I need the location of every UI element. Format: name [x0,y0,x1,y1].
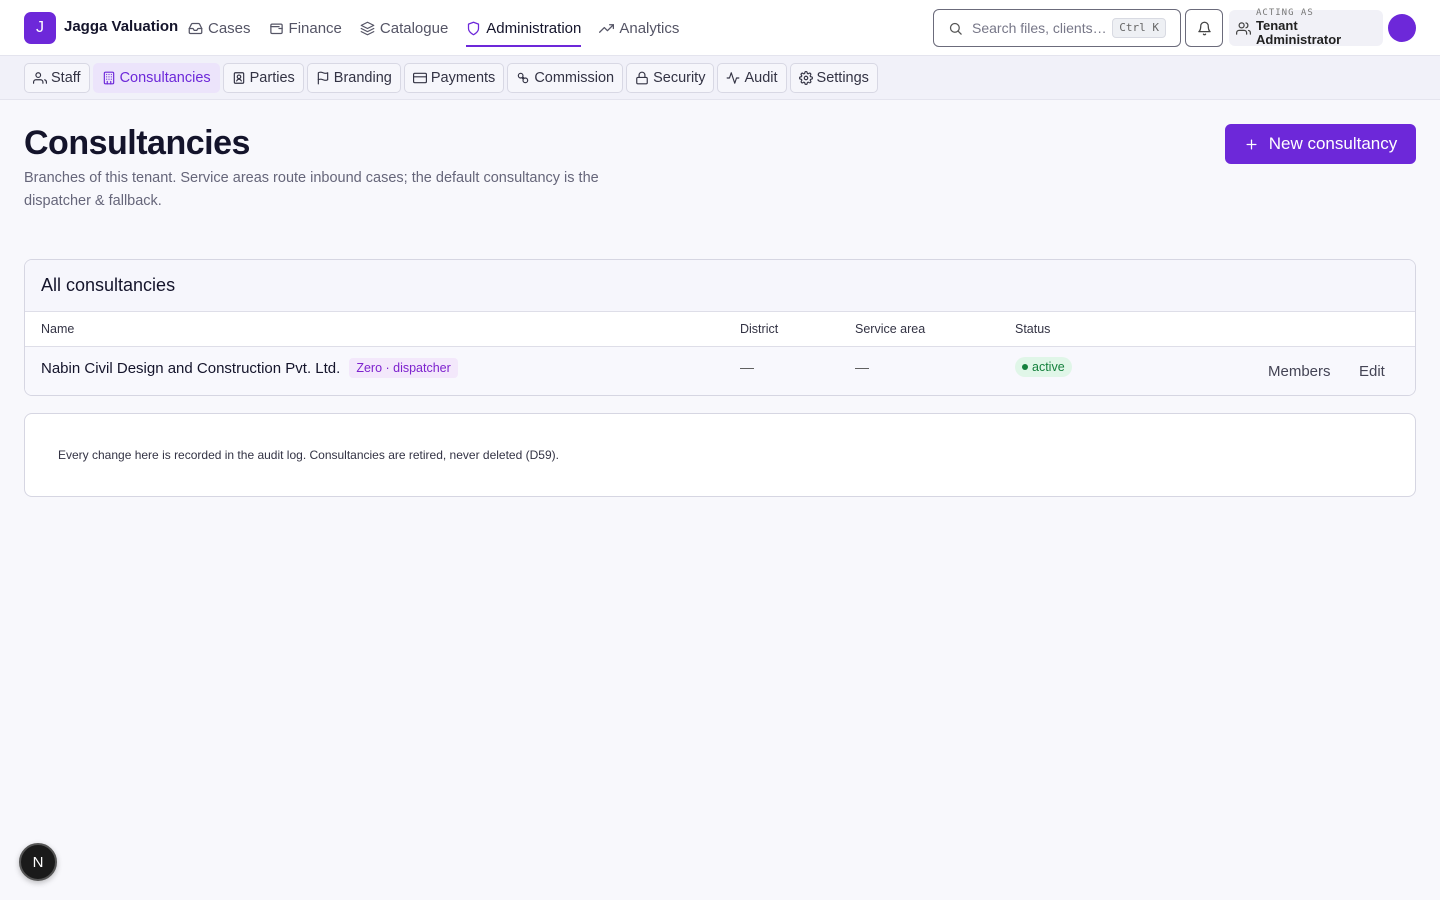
top-bar: J Jagga Valuation Cases Finance Catalogu… [0,0,1440,56]
nav-item-cases[interactable]: Cases [188,0,251,56]
dev-tools-button[interactable]: N [19,843,57,881]
tab-label: Audit [744,70,778,86]
activity-icon [726,71,740,85]
tab-label: Settings [816,70,869,86]
table-row: Nabin Civil Design and Construction Pvt.… [25,347,1415,395]
members-button[interactable]: Members [1268,363,1331,380]
layers-icon [360,21,375,36]
flag-icon [316,71,330,85]
consultancy-name: Nabin Civil Design and Construction Pvt.… [41,359,341,377]
shield-icon [466,21,481,36]
building-icon [102,71,116,85]
users-icon [1236,21,1251,36]
wallet-icon [269,21,284,36]
user-avatar[interactable] [1388,14,1416,42]
notifications-button[interactable] [1185,9,1223,47]
audit-note-card: Every change here is recorded in the aud… [24,413,1416,497]
table-header: Name District Service area Status [25,312,1415,347]
nav-label: Cases [208,19,251,37]
edit-button[interactable]: Edit [1359,363,1385,380]
tab-staff[interactable]: Staff [24,63,90,93]
nav-item-administration[interactable]: Administration [466,0,582,56]
nav-label: Catalogue [379,19,449,37]
credit-card-icon [412,71,427,85]
tab-audit[interactable]: Audit [717,63,787,93]
consultancy-name-cell: Nabin Civil Design and Construction Pvt.… [41,358,458,378]
dispatcher-badge: Zero · dispatcher [349,358,458,378]
percent-icon [516,71,530,85]
nav-label: Analytics [619,19,680,37]
tab-branding[interactable]: Branding [306,63,401,93]
page-description: Branches of this tenant. Service areas r… [24,170,599,209]
column-header-service-area: Service area [855,322,926,336]
table-title: All consultancies [25,260,1415,312]
consultancies-table-card: All consultancies Name District Service … [24,259,1416,396]
id-badge-icon [232,71,246,85]
nav-item-catalogue[interactable]: Catalogue [360,0,448,56]
tab-label: Payments [430,70,496,86]
bell-icon [1197,21,1212,36]
app-logo[interactable]: J [24,12,56,44]
search-input[interactable] [972,20,1112,36]
admin-subnav: Staff Consultancies Parties Branding Pay… [0,56,1440,100]
service-area-cell: — [855,359,869,375]
status-badge: active [1015,357,1072,377]
column-header-status: Status [1015,322,1051,336]
column-header-name: Name [41,322,75,336]
lock-icon [635,71,649,85]
search-shortcut-badge: Ctrl K [1112,18,1166,38]
status-label: active [1032,360,1065,374]
tab-commission[interactable]: Commission [507,63,624,93]
tab-label: Parties [249,70,295,86]
acting-as-text: ACTING AS Tenant Administrator [1256,8,1383,47]
audit-note: Every change here is recorded in the aud… [58,448,559,462]
gear-icon [798,71,813,85]
main-nav: Cases Finance Catalogue Administration A… [188,0,679,56]
tab-label: Commission [534,70,615,86]
acting-as-role: Tenant Administrator [1256,17,1342,47]
search-box[interactable]: Ctrl K [933,9,1181,47]
tab-settings[interactable]: Settings [789,63,878,93]
plus-icon [1244,137,1259,152]
tab-label: Security [653,70,706,86]
column-header-district: District [740,322,779,336]
trending-up-icon [599,21,615,36]
new-consultancy-label: New consultancy [1268,134,1398,153]
nav-item-analytics[interactable]: Analytics [599,0,679,56]
nav-label: Finance [288,19,342,37]
tab-label: Branding [333,70,392,86]
tab-parties[interactable]: Parties [222,63,304,93]
tab-security[interactable]: Security [626,63,715,93]
page-title: Consultancies [24,124,250,162]
tab-consultancies[interactable]: Consultancies [92,63,220,93]
acting-as-switcher[interactable]: ACTING AS Tenant Administrator [1229,8,1383,47]
tab-label: Staff [51,70,81,86]
status-dot-icon [1022,364,1028,370]
tab-label: Consultancies [119,70,211,86]
search-icon [948,21,963,36]
new-consultancy-button[interactable]: New consultancy [1225,124,1416,164]
app-name[interactable]: Jagga Valuation [64,18,178,35]
district-cell: — [740,359,754,375]
users-icon [33,71,47,85]
tab-payments[interactable]: Payments [403,63,505,93]
nav-label: Administration [486,19,582,37]
nav-item-finance[interactable]: Finance [269,0,342,56]
inbox-icon [188,21,203,36]
